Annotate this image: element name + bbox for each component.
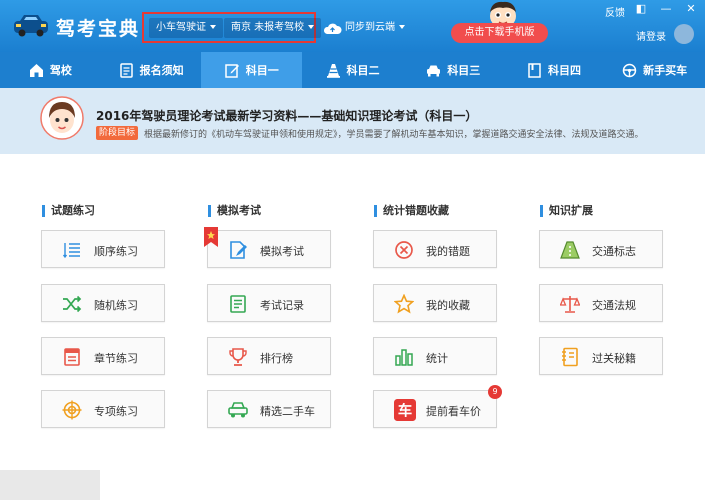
card-label: 交通法规 <box>592 299 636 312</box>
exam-icon <box>230 241 247 259</box>
my-favorites-button[interactable]: 我的收藏 <box>373 284 497 322</box>
tab-subject-three[interactable]: 科目三 <box>403 52 504 88</box>
document-icon <box>119 62 133 78</box>
close-icon[interactable]: ✕ <box>684 3 698 15</box>
license-type-dropdown[interactable]: 小车驾驶证 <box>149 18 223 38</box>
card-label: 统计 <box>426 352 448 365</box>
tab-label: 科目三 <box>447 64 481 77</box>
record-icon <box>230 295 246 313</box>
banner-description: 根据最新修订的《机动车驾驶证申领和使用规定》，学员需要了解机动车基本知识，掌握道… <box>144 130 644 140</box>
card-label: 我的收藏 <box>426 299 470 312</box>
statistics-button[interactable]: 统计 <box>373 337 497 375</box>
card-label: 模拟考试 <box>260 245 304 258</box>
star-icon <box>394 294 414 314</box>
card-label: 章节练习 <box>94 352 138 365</box>
cloud-upload-icon[interactable] <box>323 22 342 34</box>
special-practice-button[interactable]: 专项练习 <box>41 390 165 428</box>
section-title-knowledge: 知识扩展 <box>540 205 593 217</box>
tab-buy-car[interactable]: 新手买车 <box>604 52 705 88</box>
download-mobile-button[interactable]: 点击下载手机版 <box>451 23 548 43</box>
tab-label: 报名须知 <box>139 64 184 77</box>
tab-label: 科目二 <box>346 64 380 77</box>
skin-icon[interactable]: ◧ <box>634 3 648 15</box>
road-sign-icon <box>560 241 580 259</box>
tab-label: 新手买车 <box>643 64 688 77</box>
section-title-mock-exam: 模拟考试 <box>208 205 261 217</box>
tab-subject-four[interactable]: 科目四 <box>504 52 605 88</box>
chapter-practice-button[interactable]: 章节练习 <box>41 337 165 375</box>
card-label: 排行榜 <box>260 352 293 365</box>
school-label: 南京 未报考驾校 <box>231 22 305 33</box>
coach-avatar-icon <box>40 96 84 140</box>
section-title-practice: 试题练习 <box>42 205 95 217</box>
target-icon <box>62 400 82 420</box>
tab-label: 科目一 <box>245 64 279 77</box>
notification-badge: 9 <box>488 385 502 399</box>
card-label: 我的错题 <box>426 245 470 258</box>
license-type-label: 小车驾驶证 <box>156 22 206 33</box>
tab-driving-school[interactable]: 驾校 <box>0 52 101 88</box>
tab-registration-notes[interactable]: 报名须知 <box>101 52 202 88</box>
list-icon <box>62 243 80 259</box>
leaderboard-button[interactable]: 排行榜 <box>207 337 331 375</box>
exam-record-button[interactable]: 考试记录 <box>207 284 331 322</box>
school-dropdown[interactable]: 南京 未报考驾校 <box>224 18 322 38</box>
used-car-icon <box>228 402 248 418</box>
main-nav: 驾校 报名须知 科目一 科目二 科目三 科目四 新手买车 <box>0 52 705 88</box>
ribbon-icon <box>204 227 218 247</box>
sequential-practice-button[interactable]: 顺序练习 <box>41 230 165 268</box>
tab-label: 科目四 <box>547 64 581 77</box>
cone-icon <box>326 63 340 78</box>
bar-chart-icon <box>395 349 413 366</box>
used-car-button[interactable]: 精选二手车 <box>207 390 331 428</box>
mock-exam-button[interactable]: 模拟考试 <box>204 227 331 268</box>
scales-icon <box>560 296 580 313</box>
home-icon <box>29 63 43 77</box>
car-icon <box>427 65 441 76</box>
user-avatar-icon[interactable] <box>674 24 694 44</box>
card-label: 考试记录 <box>260 299 304 312</box>
card-label: 专项练习 <box>94 405 138 418</box>
card-label: 过关秘籍 <box>592 352 636 365</box>
feedback-link[interactable]: 反馈 <box>605 4 625 19</box>
notebook-icon <box>562 347 578 367</box>
edit-icon <box>225 63 239 78</box>
shuffle-icon <box>63 295 82 313</box>
status-strip <box>0 470 100 500</box>
chevron-down-icon <box>308 25 315 29</box>
my-mistakes-button[interactable]: 我的错题 <box>373 230 497 268</box>
app-title: 驾考宝典 <box>56 18 141 40</box>
card-label: 精选二手车 <box>260 405 315 418</box>
book-icon <box>528 62 541 78</box>
minimize-icon[interactable]: — <box>659 3 673 15</box>
chapter-icon <box>64 348 80 366</box>
card-label: 提前看车价 <box>426 405 481 418</box>
tab-subject-two[interactable]: 科目二 <box>302 52 403 88</box>
pass-tips-button[interactable]: 过关秘籍 <box>539 337 663 375</box>
steering-wheel-icon <box>622 63 637 77</box>
car-price-button[interactable]: 车 提前看车价 9 <box>373 385 502 428</box>
car-logo-icon <box>14 15 48 37</box>
sync-label: 同步到云端 <box>345 22 395 33</box>
card-label: 随机练习 <box>94 299 138 312</box>
chevron-down-icon <box>399 25 405 29</box>
tab-subject-one[interactable]: 科目一 <box>201 52 303 88</box>
card-label: 交通标志 <box>592 245 636 258</box>
card-label: 顺序练习 <box>94 245 138 258</box>
car-price-icon: 车 <box>394 399 416 421</box>
stage-goal-tag: 阶段目标 <box>96 126 139 140</box>
trophy-icon <box>229 348 247 366</box>
traffic-laws-button[interactable]: 交通法规 <box>539 284 663 322</box>
traffic-signs-button[interactable]: 交通标志 <box>539 230 663 268</box>
svg-text:车: 车 <box>398 402 412 420</box>
banner-title: 2016年驾驶员理论考试最新学习资料——基础知识理论考试（科目一） <box>96 109 478 123</box>
random-practice-button[interactable]: 随机练习 <box>41 284 165 322</box>
section-title-statistics: 统计错题收藏 <box>374 205 449 217</box>
login-link[interactable]: 请登录 <box>636 28 666 43</box>
chevron-down-icon <box>210 25 216 29</box>
wrong-icon <box>395 241 413 259</box>
sync-cloud-dropdown[interactable]: 同步到云端 <box>345 18 405 38</box>
tab-label: 驾校 <box>49 64 72 77</box>
